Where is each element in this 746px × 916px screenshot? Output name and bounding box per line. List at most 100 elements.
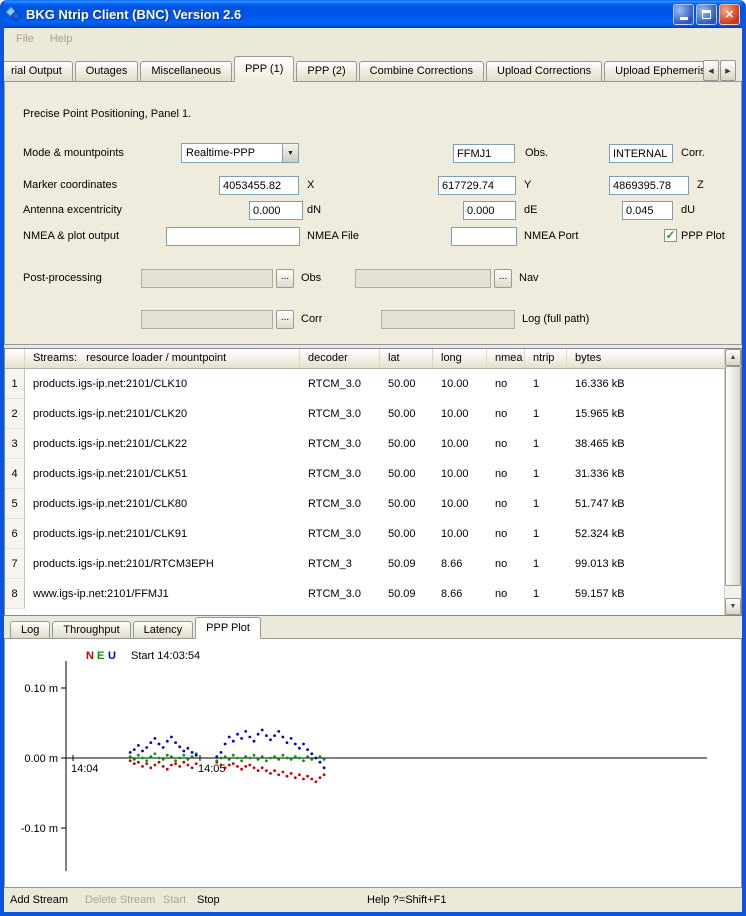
ppp-plot-checkbox[interactable]: ✓ bbox=[664, 229, 677, 242]
antenna-de-input[interactable] bbox=[463, 201, 516, 220]
nmea-file-input[interactable] bbox=[166, 227, 300, 246]
tab-latency[interactable]: Latency bbox=[133, 621, 194, 639]
stream-row[interactable]: 3products.igs-ip.net:2101/CLK22RTCM_3.05… bbox=[5, 429, 724, 459]
cell-bytes: 31.336 kB bbox=[567, 459, 724, 489]
post-processing-label: Post-processing bbox=[23, 272, 102, 284]
cell-long: 8.66 bbox=[433, 579, 487, 609]
post-log-field bbox=[381, 310, 515, 329]
obs-mountpoint-input[interactable] bbox=[453, 144, 515, 163]
post-obs-field bbox=[141, 269, 273, 288]
marker-y-input[interactable] bbox=[438, 176, 516, 195]
right-arrow-icon: ▶ bbox=[725, 67, 730, 75]
ppp-panel: Precise Point Positioning, Panel 1. Mode… bbox=[4, 81, 742, 345]
marker-coordinates-label: Marker coordinates bbox=[23, 179, 117, 191]
post-corr-browse-button[interactable]: ... bbox=[276, 310, 294, 329]
stream-row[interactable]: 6products.igs-ip.net:2101/CLK91RTCM_3.05… bbox=[5, 519, 724, 549]
header-bytes[interactable]: bytes bbox=[567, 349, 724, 368]
bnc-window: BKG Ntrip Client (BNC) Version 2.6 ✕ Fil… bbox=[0, 0, 746, 916]
header-decoder[interactable]: decoder bbox=[300, 349, 380, 368]
cell-ntrip: 1 bbox=[525, 579, 567, 609]
antenna-dn-input[interactable] bbox=[249, 201, 303, 220]
cell-mountpoint: products.igs-ip.net:2101/CLK10 bbox=[25, 369, 300, 399]
tab-ppp-1[interactable]: PPP (1) bbox=[234, 56, 294, 82]
header-mountpoint[interactable]: Streams: resource loader / mountpoint bbox=[25, 349, 300, 368]
tab-scroll-left-button[interactable]: ◀ bbox=[703, 60, 719, 81]
cell-long: 10.00 bbox=[433, 459, 487, 489]
antenna-du-input[interactable] bbox=[622, 201, 673, 220]
cell-nmea: no bbox=[487, 489, 525, 519]
nmea-port-input[interactable] bbox=[451, 227, 517, 246]
cell-bytes: 15.965 kB bbox=[567, 399, 724, 429]
scrollbar-thumb[interactable] bbox=[725, 366, 741, 586]
tab-ppp-plot[interactable]: PPP Plot bbox=[195, 617, 261, 639]
start-button: Start bbox=[163, 894, 186, 906]
tab-outages[interactable]: Outages bbox=[75, 61, 139, 82]
marker-x-input[interactable] bbox=[219, 176, 299, 195]
stream-row[interactable]: 1products.igs-ip.net:2101/CLK10RTCM_3.05… bbox=[5, 369, 724, 399]
cell-decoder: RTCM_3.0 bbox=[300, 459, 380, 489]
delete-stream-button: Delete Stream bbox=[85, 894, 155, 906]
scroll-down-button[interactable]: ▼ bbox=[725, 598, 741, 615]
cell-lat: 50.00 bbox=[380, 399, 433, 429]
table-scrollbar[interactable]: ▲ ▼ bbox=[724, 349, 741, 615]
header-lat[interactable]: lat bbox=[380, 349, 433, 368]
stream-row[interactable]: 2products.igs-ip.net:2101/CLK20RTCM_3.05… bbox=[5, 399, 724, 429]
panel-heading: Precise Point Positioning, Panel 1. bbox=[23, 108, 191, 120]
scroll-up-button[interactable]: ▲ bbox=[725, 349, 741, 366]
tab-miscellaneous[interactable]: Miscellaneous bbox=[140, 61, 232, 82]
corr-mountpoint-input[interactable] bbox=[609, 144, 673, 163]
cell-long: 10.00 bbox=[433, 399, 487, 429]
marker-z-input[interactable] bbox=[609, 176, 689, 195]
stream-row[interactable]: 8www.igs-ip.net:2101/FFMJ1RTCM_3.050.098… bbox=[5, 579, 724, 609]
menu-file[interactable]: File bbox=[8, 31, 42, 47]
marker-z-label: Z bbox=[697, 179, 704, 191]
minimize-icon bbox=[680, 17, 688, 20]
stream-row[interactable]: 5products.igs-ip.net:2101/CLK80RTCM_3.05… bbox=[5, 489, 724, 519]
marker-y-label: Y bbox=[524, 179, 531, 191]
cell-bytes: 16.336 kB bbox=[567, 369, 724, 399]
cell-nmea: no bbox=[487, 399, 525, 429]
header-long[interactable]: long bbox=[433, 349, 487, 368]
add-stream-button[interactable]: Add Stream bbox=[10, 894, 68, 906]
header-corner bbox=[5, 349, 25, 368]
tab-rial-output[interactable]: rial Output bbox=[4, 61, 73, 82]
post-obs-browse-button[interactable]: ... bbox=[276, 269, 294, 288]
cell-ntrip: 1 bbox=[525, 399, 567, 429]
menu-help[interactable]: Help bbox=[42, 31, 81, 47]
titlebar[interactable]: BKG Ntrip Client (BNC) Version 2.6 ✕ bbox=[0, 0, 746, 28]
tab-combine-corrections[interactable]: Combine Corrections bbox=[359, 61, 484, 82]
header-nmea[interactable]: nmea bbox=[487, 349, 525, 368]
stream-row[interactable]: 4products.igs-ip.net:2101/CLK51RTCM_3.05… bbox=[5, 459, 724, 489]
close-button[interactable]: ✕ bbox=[719, 4, 740, 25]
stream-row[interactable]: 7products.igs-ip.net:2101/RTCM3EPHRTCM_3… bbox=[5, 549, 724, 579]
corr-label: Corr. bbox=[681, 147, 705, 159]
cell-decoder: RTCM_3.0 bbox=[300, 429, 380, 459]
minimize-button[interactable] bbox=[673, 4, 694, 25]
cell-mountpoint: products.igs-ip.net:2101/CLK51 bbox=[25, 459, 300, 489]
cell-ntrip: 1 bbox=[525, 489, 567, 519]
tab-scroll-right-button[interactable]: ▶ bbox=[720, 60, 736, 81]
post-nav-browse-button[interactable]: ... bbox=[494, 269, 512, 288]
chevron-down-icon[interactable]: ▼ bbox=[282, 144, 298, 162]
mode-mountpoints-label: Mode & mountpoints bbox=[23, 147, 124, 159]
cell-lat: 50.00 bbox=[380, 489, 433, 519]
obs-label: Obs. bbox=[525, 147, 548, 159]
row-number: 4 bbox=[5, 459, 25, 489]
nmea-plot-output-label: NMEA & plot output bbox=[23, 230, 119, 242]
cell-lat: 50.00 bbox=[380, 519, 433, 549]
header-ntrip[interactable]: ntrip bbox=[525, 349, 567, 368]
mode-select[interactable]: Realtime-PPP ▼ bbox=[181, 143, 299, 163]
tab-ppp-2[interactable]: PPP (2) bbox=[296, 61, 356, 82]
tab-throughput[interactable]: Throughput bbox=[52, 621, 130, 639]
svg-text:0.10 m: 0.10 m bbox=[24, 683, 58, 695]
cell-decoder: RTCM_3.0 bbox=[300, 519, 380, 549]
maximize-button[interactable] bbox=[696, 4, 717, 25]
tab-upload-ephemeris[interactable]: Upload Ephemeris bbox=[604, 61, 707, 82]
cell-lat: 50.09 bbox=[380, 549, 433, 579]
tab-log[interactable]: Log bbox=[10, 621, 50, 639]
cell-lat: 50.00 bbox=[380, 369, 433, 399]
bottom-tabbar: LogThroughputLatencyPPP Plot bbox=[10, 617, 263, 639]
post-corr-label: Corr bbox=[301, 313, 322, 325]
tab-upload-corrections[interactable]: Upload Corrections bbox=[486, 61, 602, 82]
stop-button[interactable]: Stop bbox=[197, 894, 220, 906]
